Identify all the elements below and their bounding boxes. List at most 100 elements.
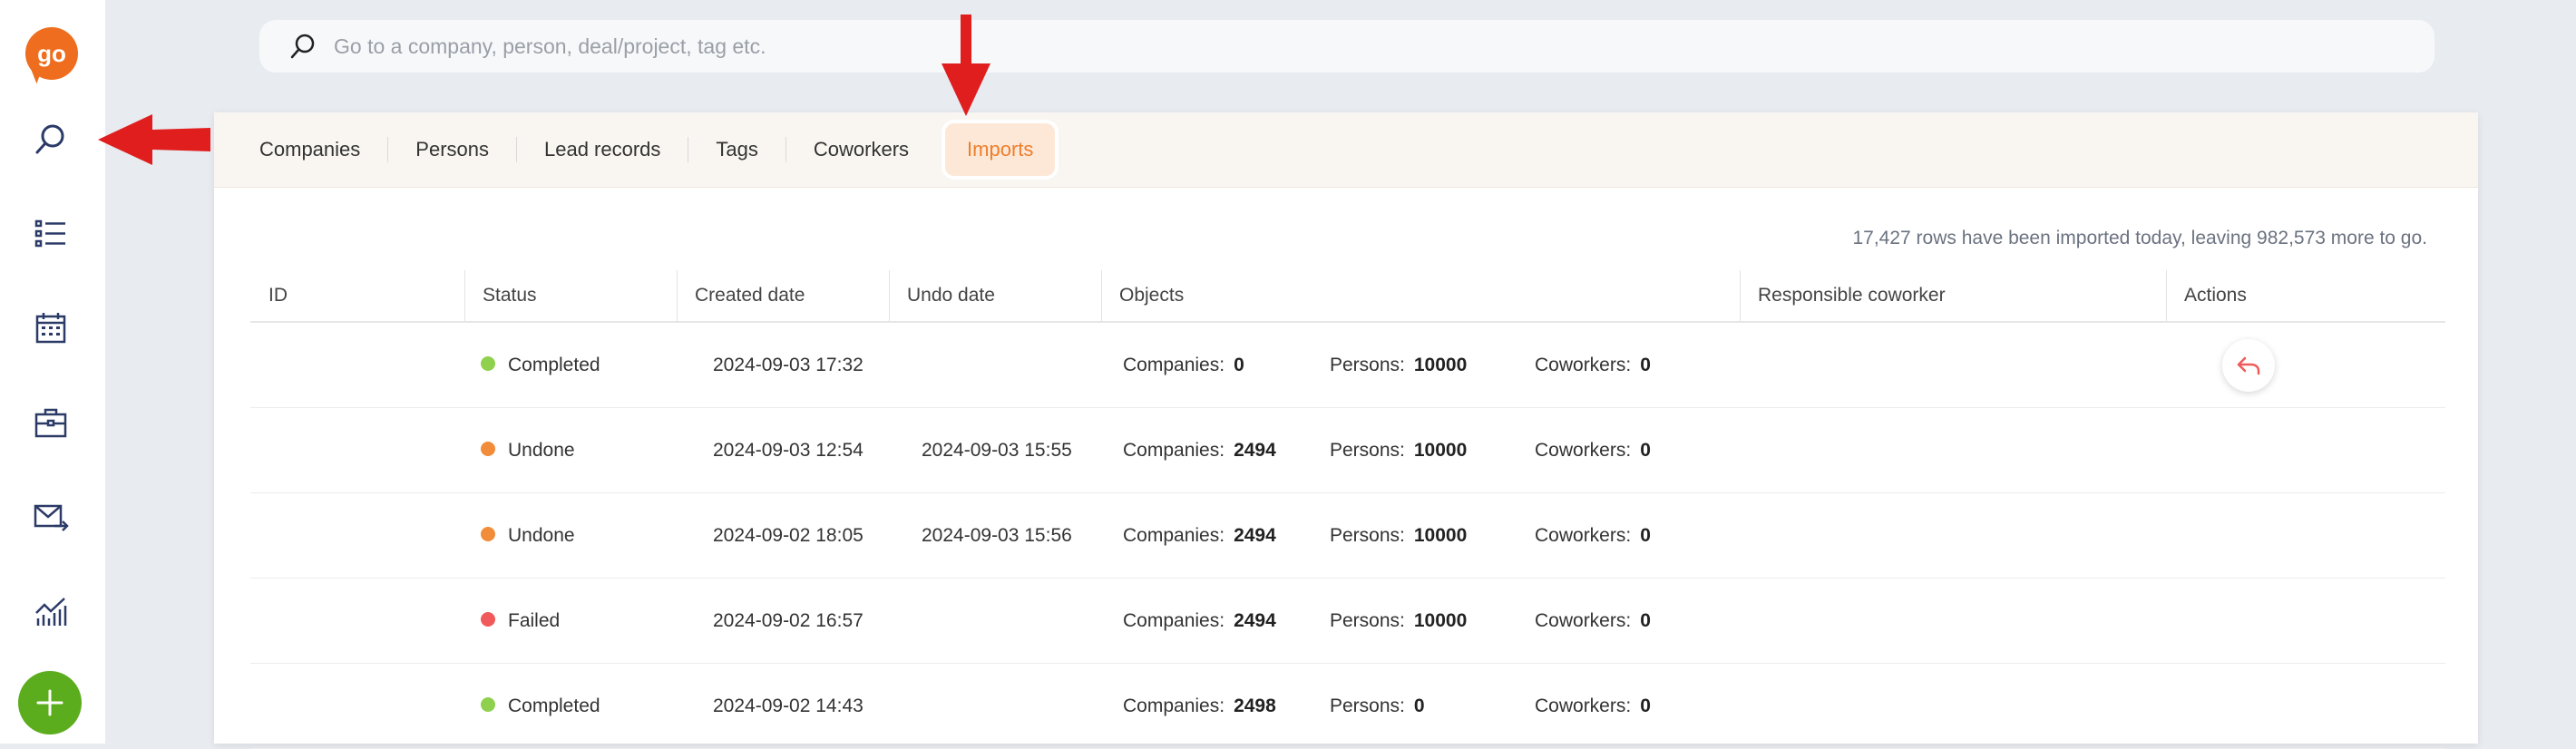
search-nav-icon[interactable] xyxy=(29,118,73,161)
table-row[interactable]: Completed 2024-09-03 17:32 Companies: 0 Pers… xyxy=(250,323,2445,408)
companies-count: 0 xyxy=(1234,355,1244,375)
objects-companies: Companies: 2498 xyxy=(1123,664,1276,748)
cell-created-date: 2024-09-02 18:05 xyxy=(713,525,864,546)
objects-persons: Persons: 0 xyxy=(1330,664,1425,748)
tab-coworkers[interactable]: Coworkers xyxy=(786,134,936,165)
table-body: Completed 2024-09-03 17:32 Companies: 0 Pers… xyxy=(250,323,2445,749)
persons-label: Persons: xyxy=(1330,355,1405,375)
status-label: Completed xyxy=(508,355,600,375)
objects-coworkers: Coworkers: 0 xyxy=(1535,323,1651,407)
objects-persons: Persons: 10000 xyxy=(1330,493,1467,578)
companies-label: Companies: xyxy=(1123,440,1225,461)
persons-count: 0 xyxy=(1413,696,1425,716)
coworkers-count: 0 xyxy=(1640,610,1651,631)
column-header-id[interactable]: ID xyxy=(250,270,464,321)
objects-companies: Companies: 2494 xyxy=(1123,493,1276,578)
coworkers-count: 0 xyxy=(1640,525,1651,546)
objects-companies: Companies: 2494 xyxy=(1123,579,1276,663)
cell-created-date: 2024-09-03 17:32 xyxy=(713,355,864,375)
sidebar: go xyxy=(0,0,105,744)
table-row[interactable]: Undone 2024-09-03 12:54 2024-09-03 15:55 Co… xyxy=(250,408,2445,493)
coworkers-count: 0 xyxy=(1640,355,1651,375)
cell-undo-date: 2024-09-03 15:56 xyxy=(922,525,1072,546)
arrow-left xyxy=(98,114,210,165)
coworkers-label: Coworkers: xyxy=(1535,696,1632,716)
persons-label: Persons: xyxy=(1330,440,1405,461)
status-dot xyxy=(481,442,495,457)
briefcase-icon[interactable] xyxy=(29,401,73,444)
coworkers-count: 0 xyxy=(1640,696,1651,716)
persons-label: Persons: xyxy=(1330,525,1405,546)
table-row[interactable]: Failed 2024-09-02 16:57 Companies: 2494 Pers… xyxy=(250,579,2445,664)
chart-icon[interactable] xyxy=(29,589,73,633)
status-badge: Completed xyxy=(481,323,600,407)
logo-text: go xyxy=(25,27,78,80)
list-icon[interactable] xyxy=(29,212,73,256)
status-badge: Failed xyxy=(481,579,560,663)
global-search[interactable] xyxy=(259,20,2435,73)
status-dot xyxy=(481,356,495,372)
status-dot xyxy=(481,612,495,627)
persons-label: Persons: xyxy=(1330,610,1405,631)
objects-companies: Companies: 2494 xyxy=(1123,408,1276,492)
coworkers-label: Coworkers: xyxy=(1535,355,1632,375)
objects-coworkers: Coworkers: 0 xyxy=(1535,579,1651,663)
persons-label: Persons: xyxy=(1330,696,1405,716)
import-summary: 17,427 rows have been imported today, le… xyxy=(1852,228,2427,248)
tab-lead-records[interactable]: Lead records xyxy=(517,134,688,165)
persons-count: 10000 xyxy=(1413,525,1468,546)
status-badge: Undone xyxy=(481,408,575,492)
table-header: ID Status Created date Undo date Objects… xyxy=(250,270,2445,323)
companies-label: Companies: xyxy=(1123,610,1225,631)
search-icon xyxy=(287,30,319,63)
objects-coworkers: Coworkers: 0 xyxy=(1535,664,1651,748)
column-header-status[interactable]: Status xyxy=(464,270,677,321)
companies-label: Companies: xyxy=(1123,696,1225,716)
coworkers-count: 0 xyxy=(1640,440,1651,461)
coworkers-label: Coworkers: xyxy=(1535,525,1632,546)
companies-label: Companies: xyxy=(1123,355,1225,375)
table-row[interactable]: Undone 2024-09-02 18:05 2024-09-03 15:56 Co… xyxy=(250,493,2445,579)
tab-imports[interactable]: Imports xyxy=(945,123,1056,176)
companies-count: 2494 xyxy=(1234,440,1276,461)
undo-icon xyxy=(2237,356,2260,375)
search-input[interactable] xyxy=(332,33,1968,60)
calendar-icon[interactable] xyxy=(29,306,73,350)
status-dot xyxy=(481,527,495,542)
objects-persons: Persons: 10000 xyxy=(1330,323,1467,407)
tab-companies[interactable]: Companies xyxy=(232,134,387,165)
logo[interactable]: go xyxy=(23,27,78,84)
mail-icon[interactable] xyxy=(29,495,73,539)
plus-icon xyxy=(36,689,63,716)
table-row[interactable]: Completed 2024-09-02 14:43 Companies: 2498 P… xyxy=(250,664,2445,749)
column-header-responsible-coworker[interactable]: Responsible coworker xyxy=(1740,270,2166,321)
tab-bar: Companies Persons Lead records Tags Cowo… xyxy=(214,112,2478,188)
status-label: Undone xyxy=(508,440,575,461)
persons-count: 10000 xyxy=(1413,355,1468,375)
companies-label: Companies: xyxy=(1123,525,1225,546)
tab-persons[interactable]: Persons xyxy=(388,134,516,165)
coworkers-label: Coworkers: xyxy=(1535,610,1632,631)
cell-created-date: 2024-09-03 12:54 xyxy=(713,440,864,461)
objects-companies: Companies: 0 xyxy=(1123,323,1244,407)
persons-count: 10000 xyxy=(1413,610,1468,631)
status-dot xyxy=(481,697,495,713)
column-header-undo-date[interactable]: Undo date xyxy=(889,270,1101,321)
status-label: Failed xyxy=(508,610,561,631)
column-header-created-date[interactable]: Created date xyxy=(677,270,889,321)
undo-import-button[interactable] xyxy=(2222,339,2275,392)
objects-persons: Persons: 10000 xyxy=(1330,579,1467,663)
status-label: Completed xyxy=(508,696,600,716)
objects-coworkers: Coworkers: 0 xyxy=(1535,408,1651,492)
column-header-actions: Actions xyxy=(2184,285,2247,306)
objects-persons: Persons: 10000 xyxy=(1330,408,1467,492)
coworkers-label: Coworkers: xyxy=(1535,440,1632,461)
cell-created-date: 2024-09-02 14:43 xyxy=(713,696,864,716)
companies-count: 2498 xyxy=(1234,696,1276,716)
objects-coworkers: Coworkers: 0 xyxy=(1535,493,1651,578)
add-button[interactable] xyxy=(18,671,82,734)
companies-count: 2494 xyxy=(1234,610,1276,631)
imports-table: ID Status Created date Undo date Objects… xyxy=(250,270,2445,749)
column-header-objects[interactable]: Objects xyxy=(1101,270,1740,321)
tab-tags[interactable]: Tags xyxy=(688,134,785,165)
